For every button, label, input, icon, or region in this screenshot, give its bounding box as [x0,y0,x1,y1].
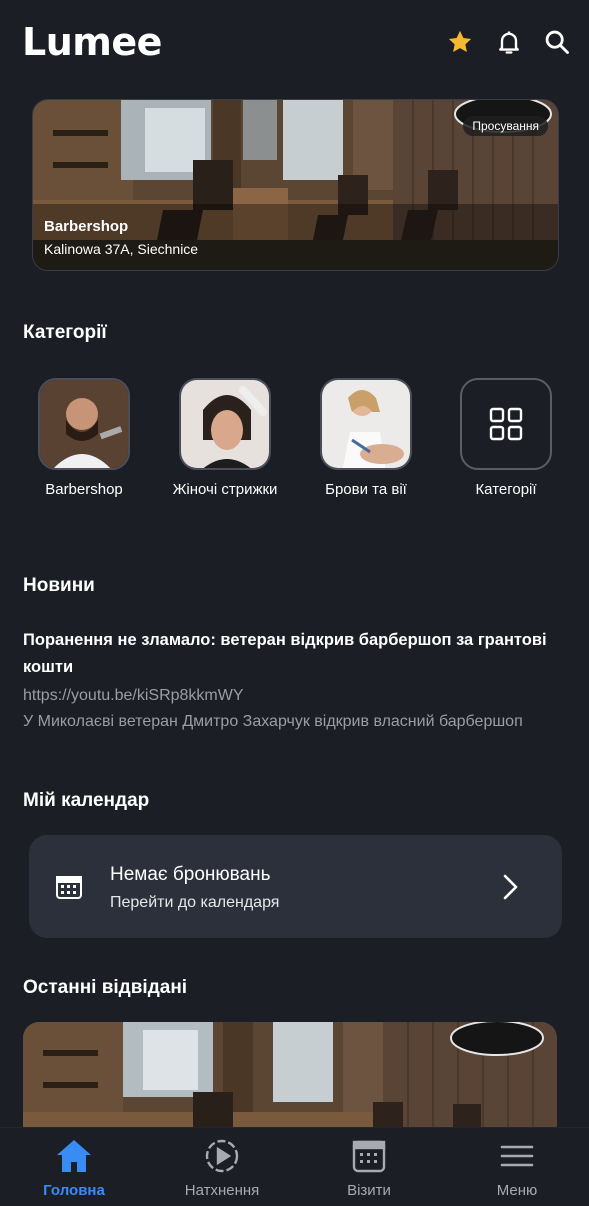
bell-icon[interactable] [495,28,523,56]
category-thumbnail [320,378,412,470]
promoted-salon-card[interactable]: Просування Barbershop Kalinowa 37A, Siec… [32,99,559,271]
category-label: Barbershop [45,481,123,498]
nav-inspiration[interactable]: Натхнення [162,1138,282,1199]
category-all[interactable]: Категорії [436,378,576,498]
category-thumbnail [38,378,130,470]
salon-name: Barbershop [44,218,129,235]
app-logo: Lumee [22,20,162,64]
promotion-badge: Просування [463,116,548,136]
category-brows-lashes[interactable]: Брови та вії [296,378,436,498]
category-thumbnail [179,378,271,470]
news-heading: Новини [23,575,95,596]
news-excerpt: У Миколаєві ветеран Дмитро Захарчук відк… [23,713,523,730]
calendar-icon [56,876,82,899]
nav-home[interactable]: Головна [14,1138,134,1199]
nav-label: Меню [496,1182,538,1199]
grid-icon [489,407,523,441]
menu-icon [500,1145,534,1167]
category-barbershop[interactable]: Barbershop [14,378,154,498]
star-icon[interactable] [446,28,474,56]
category-label: Жіночі стрижки [172,481,278,498]
no-bookings-text: Немає бронювань [110,864,271,885]
nav-label: Натхнення [184,1182,260,1199]
nav-menu[interactable]: Меню [457,1138,577,1199]
nav-label: Візити [347,1182,391,1199]
barbershop-photo [23,1022,557,1134]
search-icon[interactable] [543,28,571,56]
calendar-icon [352,1140,386,1173]
recent-heading: Останні відвідані [23,977,188,998]
recent-salon-card[interactable] [23,1022,557,1134]
bottom-navigation: Головна Натхнення Візити Меню [0,1127,589,1206]
category-label: Брови та вії [325,481,407,498]
category-label: Категорії [475,481,537,498]
salon-address: Kalinowa 37A, Siechnice [44,241,199,257]
category-womens-haircuts[interactable]: Жіночі стрижки [155,378,295,498]
go-to-calendar-text: Перейти до календаря [110,894,280,911]
calendar-heading: Мій календар [23,790,150,811]
all-categories-tile [460,378,552,470]
nav-label: Головна [43,1182,105,1199]
home-icon [57,1140,91,1172]
calendar-card[interactable]: Немає бронювань Перейти до календаря [29,835,562,938]
play-circle-icon [205,1139,239,1173]
news-headline[interactable]: Поранення не зламало: ветеран відкрив ба… [23,627,563,681]
top-bar: Lumee [0,0,589,86]
chevron-right-icon [503,874,518,900]
categories-heading: Категорії [23,322,107,343]
nav-visits[interactable]: Візити [309,1138,429,1199]
news-link[interactable]: https://youtu.be/kiSRp8kkmWY [23,687,244,705]
